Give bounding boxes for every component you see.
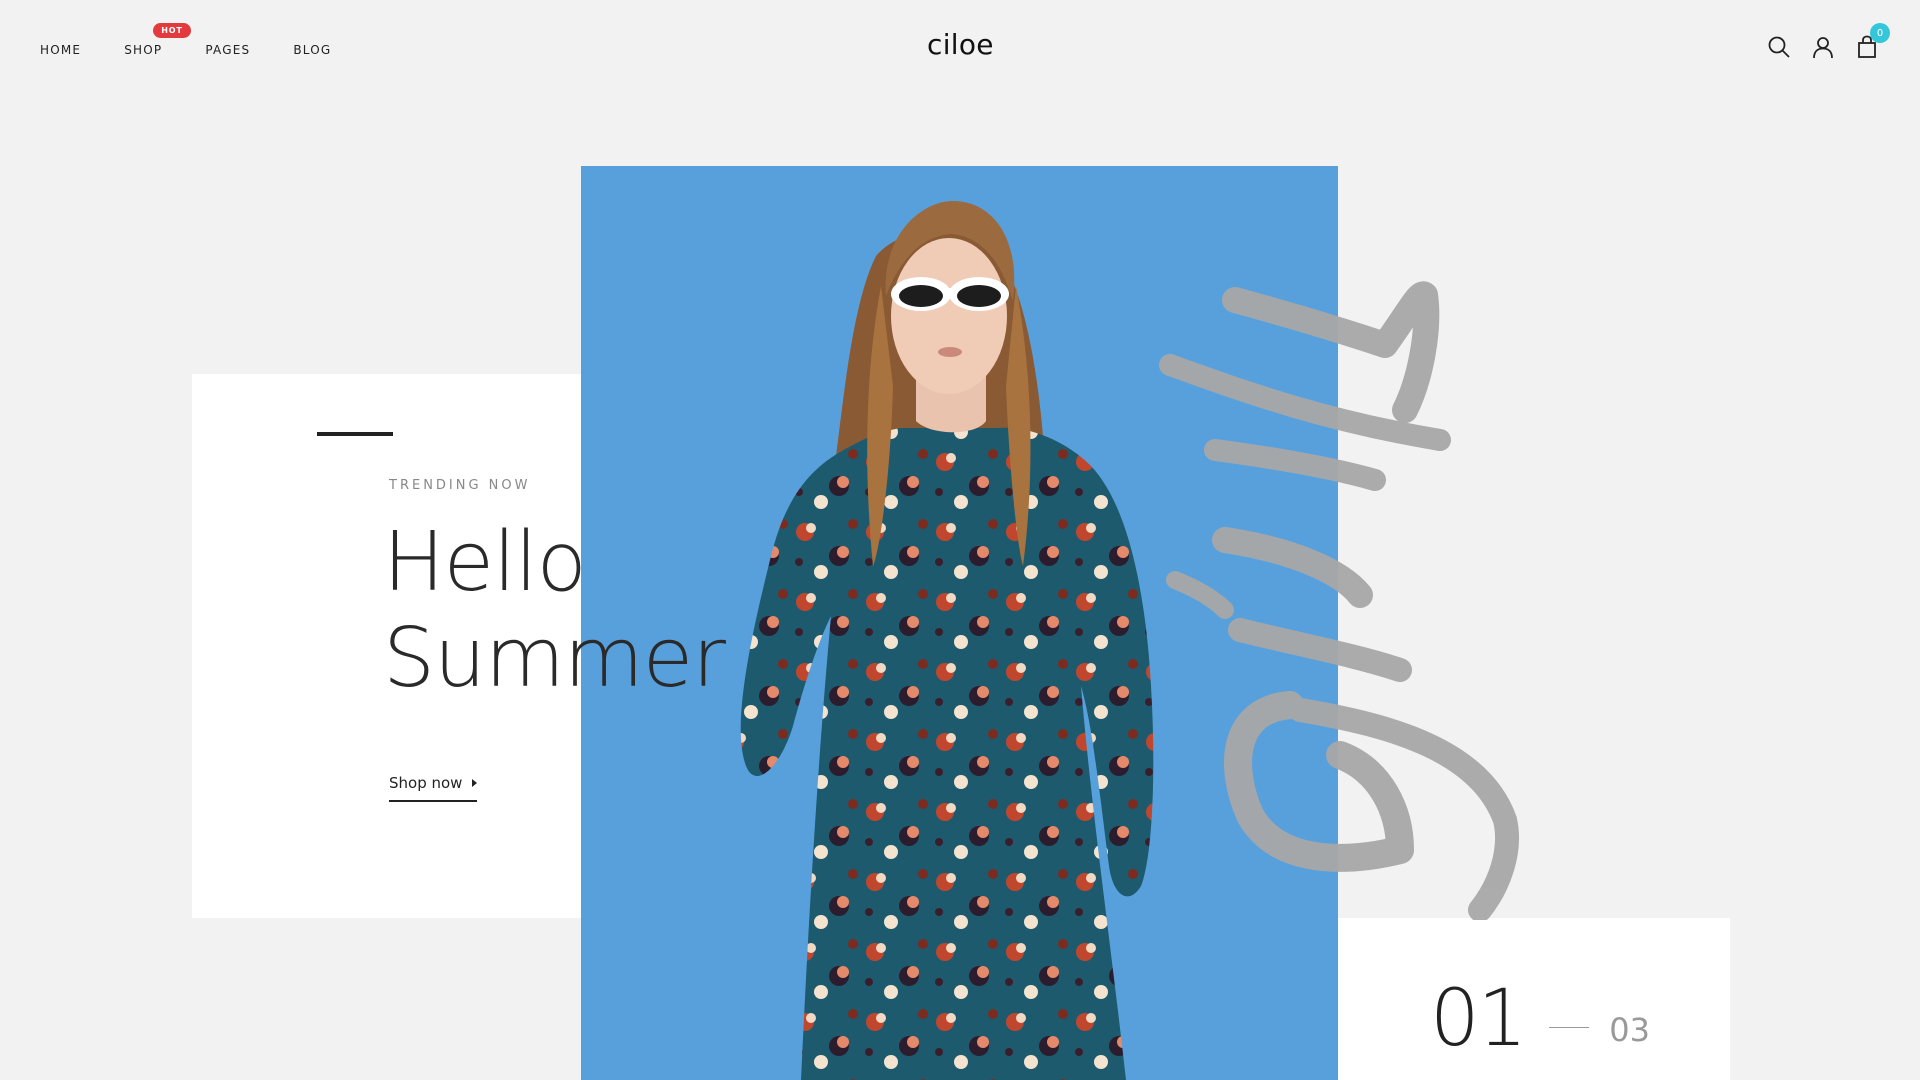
slide-total-number: 03 [1609,1011,1650,1049]
user-icon[interactable] [1810,34,1836,60]
nav-shop-label: SHOP [124,43,163,57]
headline-line-2: Summer [383,611,726,706]
nav-blog[interactable]: BLOG [293,43,331,57]
site-logo[interactable]: ciloe [927,28,994,61]
hero-headline: Hello Summer [383,515,726,707]
brush-script-decoration [1159,281,1519,920]
header-actions: 0 [1766,23,1890,60]
decorative-line [317,432,393,436]
shop-now-label: Shop now [389,774,463,792]
slide-counter: 01 03 [1430,980,1650,1058]
nav-pages[interactable]: PAGES [205,43,250,57]
main-nav: HOME SHOP HOT PAGES BLOG [40,23,374,57]
search-icon[interactable] [1766,34,1792,60]
counter-divider [1549,1027,1590,1028]
trending-label: TRENDING NOW [389,478,531,493]
cart-count-badge: 0 [1870,23,1890,43]
site-header: HOME SHOP HOT PAGES BLOG ciloe 0 [0,0,1920,96]
hot-badge: HOT [153,23,191,38]
nav-shop[interactable]: SHOP HOT [124,23,191,57]
cart-icon[interactable]: 0 [1854,23,1890,60]
caret-right-icon [472,779,478,787]
nav-home[interactable]: HOME [40,43,81,57]
shop-now-link[interactable]: Shop now [389,774,478,802]
slide-current-number: 01 [1430,974,1527,1064]
headline-line-1: Hello [383,515,587,610]
